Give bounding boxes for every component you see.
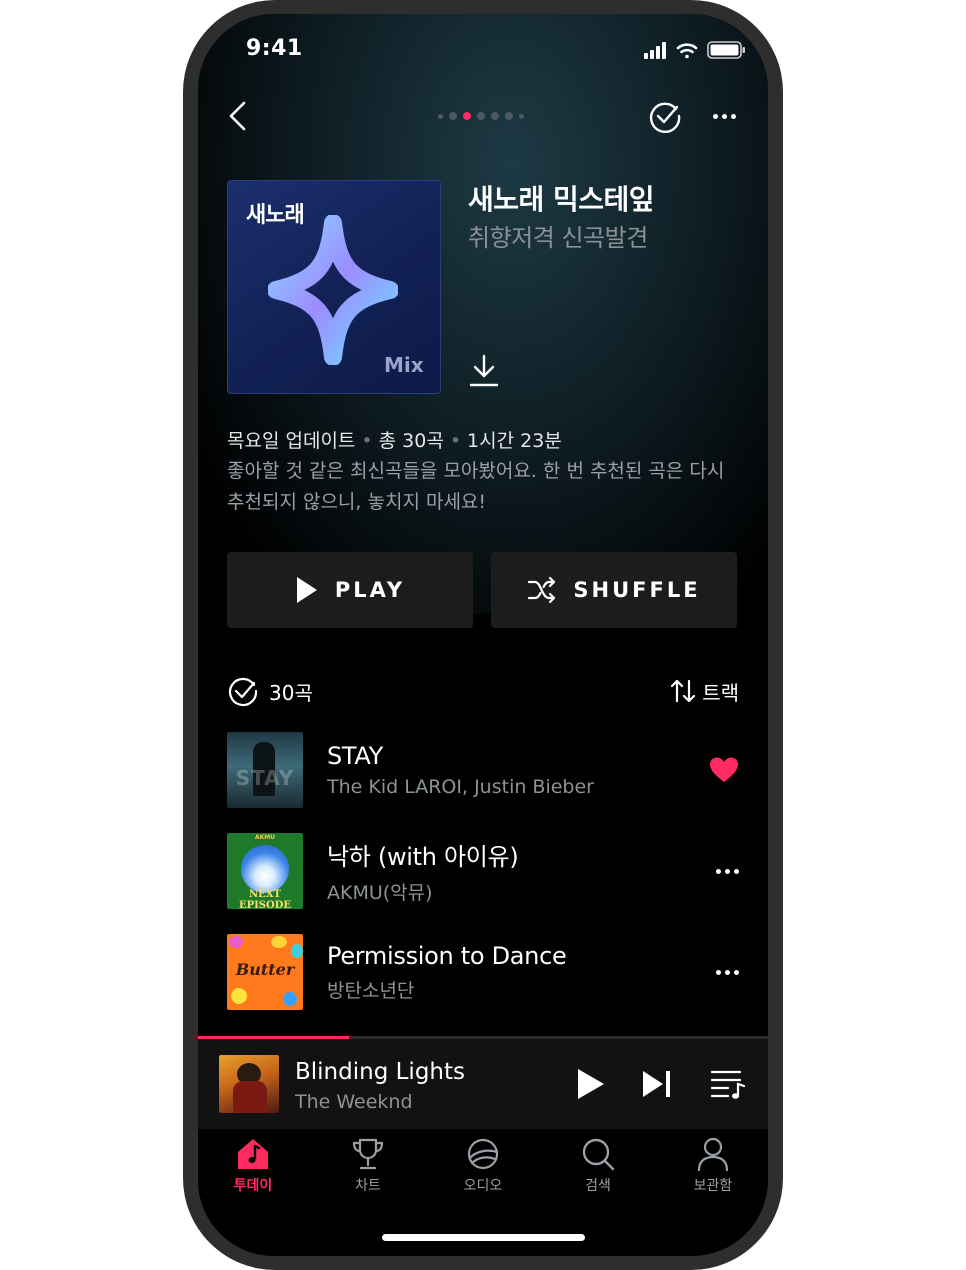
album-art: STAY [227, 732, 303, 808]
shuffle-label: SHUFFLE [573, 578, 701, 602]
home-indicator [382, 1234, 585, 1241]
sort-label: 트랙 [702, 680, 739, 705]
playlist-description: 좋아할 것 같은 최신곡들을 모아봤어요. 한 번 추천된 곡은 다시 추천되지… [227, 460, 725, 513]
shuffle-button[interactable]: SHUFFLE [491, 552, 737, 628]
play-label: PLAY [334, 578, 406, 602]
tab-chart[interactable]: 차트 [323, 1137, 413, 1195]
playlist-meta: 목요일 업데이트 • 총 30곡 • 1시간 23분 [227, 430, 562, 452]
mini-player-album-art [219, 1055, 279, 1113]
tab-audio[interactable]: 오디오 [438, 1137, 528, 1195]
audio-planet-icon [467, 1138, 499, 1170]
album-art: Butter [227, 934, 303, 1010]
track-more-icon[interactable] [709, 969, 739, 975]
select-all-icon[interactable] [227, 675, 259, 707]
wifi-icon [676, 43, 698, 59]
track-artist: AKMU(악뮤) [327, 882, 433, 904]
track-title: STAY [327, 742, 384, 770]
album-art: AKMU NEXT EPISODE [227, 833, 303, 909]
play-button[interactable]: PLAY [227, 552, 473, 628]
total-tracks-text: 총 30곡 [378, 430, 444, 452]
track-more-icon[interactable] [709, 868, 739, 874]
tab-label: 차트 [355, 1178, 381, 1194]
album-art-text: NEXT EPISODE [238, 889, 292, 909]
download-icon[interactable] [468, 354, 500, 388]
page-dot-active [463, 112, 471, 120]
mini-player-artist: The Weeknd [295, 1091, 413, 1113]
track-row[interactable]: Butter Permission to Dance 방탄소년단 [227, 934, 739, 1010]
select-check-icon[interactable] [648, 99, 682, 133]
album-art-label: AKMU [254, 834, 276, 841]
playlist-subtitle: 취향저격 신곡발견 [468, 224, 648, 252]
status-icons [644, 41, 745, 59]
page-dot [449, 112, 457, 120]
updated-text: 목요일 업데이트 [227, 430, 356, 452]
page-dot [477, 112, 485, 120]
track-row[interactable]: AKMU NEXT EPISODE 낙하 (with 아이유) AKMU(악뮤) [227, 833, 739, 909]
track-artist: 방탄소년단 [327, 979, 415, 1002]
playlist-queue-icon[interactable] [710, 1068, 746, 1100]
page-indicator [438, 112, 524, 120]
sparkle-icon [268, 215, 398, 365]
tab-search[interactable]: 검색 [553, 1137, 643, 1195]
mini-play-icon[interactable] [576, 1068, 606, 1100]
duration-text: 1시간 23분 [467, 430, 562, 452]
tab-library[interactable]: 보관함 [668, 1137, 758, 1195]
shuffle-icon [528, 576, 556, 604]
home-music-icon [238, 1139, 268, 1169]
person-icon [697, 1137, 729, 1171]
tab-label: 보관함 [693, 1178, 733, 1194]
mini-player[interactable]: Blinding Lights The Weeknd [198, 1039, 768, 1129]
tab-label: 검색 [585, 1178, 611, 1194]
skip-next-icon[interactable] [642, 1070, 672, 1098]
tab-today[interactable]: 투데이 [208, 1137, 298, 1195]
playlist-cover: 새노래 Mix [227, 180, 441, 394]
page-dot [505, 112, 513, 120]
heart-icon[interactable] [709, 756, 739, 784]
cover-badge: Mix [384, 353, 424, 377]
play-icon [296, 577, 317, 603]
track-list-header: 30곡 트랙 [227, 674, 739, 708]
trophy-icon [352, 1138, 384, 1170]
playlist-title: 새노래 믹스테잎 [468, 183, 655, 216]
track-artist: The Kid LAROI, Justin Bieber [327, 776, 594, 798]
search-icon [582, 1138, 615, 1171]
page-dot [438, 113, 443, 119]
album-art-text: Butter [235, 960, 295, 979]
back-icon[interactable] [226, 100, 250, 132]
battery-icon [707, 41, 745, 59]
tab-label: 투데이 [233, 1178, 273, 1194]
track-title: 낙하 (with 아이유) [327, 843, 519, 871]
sort-button[interactable]: 트랙 [670, 677, 739, 706]
more-options-icon[interactable] [706, 114, 736, 119]
signal-icon [644, 42, 666, 59]
track-row[interactable]: STAY STAY The Kid LAROI, Justin Bieber [227, 732, 739, 808]
page-dot [519, 113, 524, 119]
track-count: 30곡 [269, 680, 313, 705]
tab-label: 오디오 [463, 1178, 503, 1194]
app-screen: 9:41 새노래 Mix 새노래 믹스테잎 취향저격 신곡발견 목요일 업데이트… [198, 14, 768, 1256]
mini-player-title: Blinding Lights [295, 1059, 465, 1085]
sort-icon [671, 679, 696, 703]
album-art-text: STAY [235, 766, 295, 790]
track-title: Permission to Dance [327, 941, 567, 970]
page-dot [491, 112, 499, 120]
status-time: 9:41 [246, 36, 303, 61]
